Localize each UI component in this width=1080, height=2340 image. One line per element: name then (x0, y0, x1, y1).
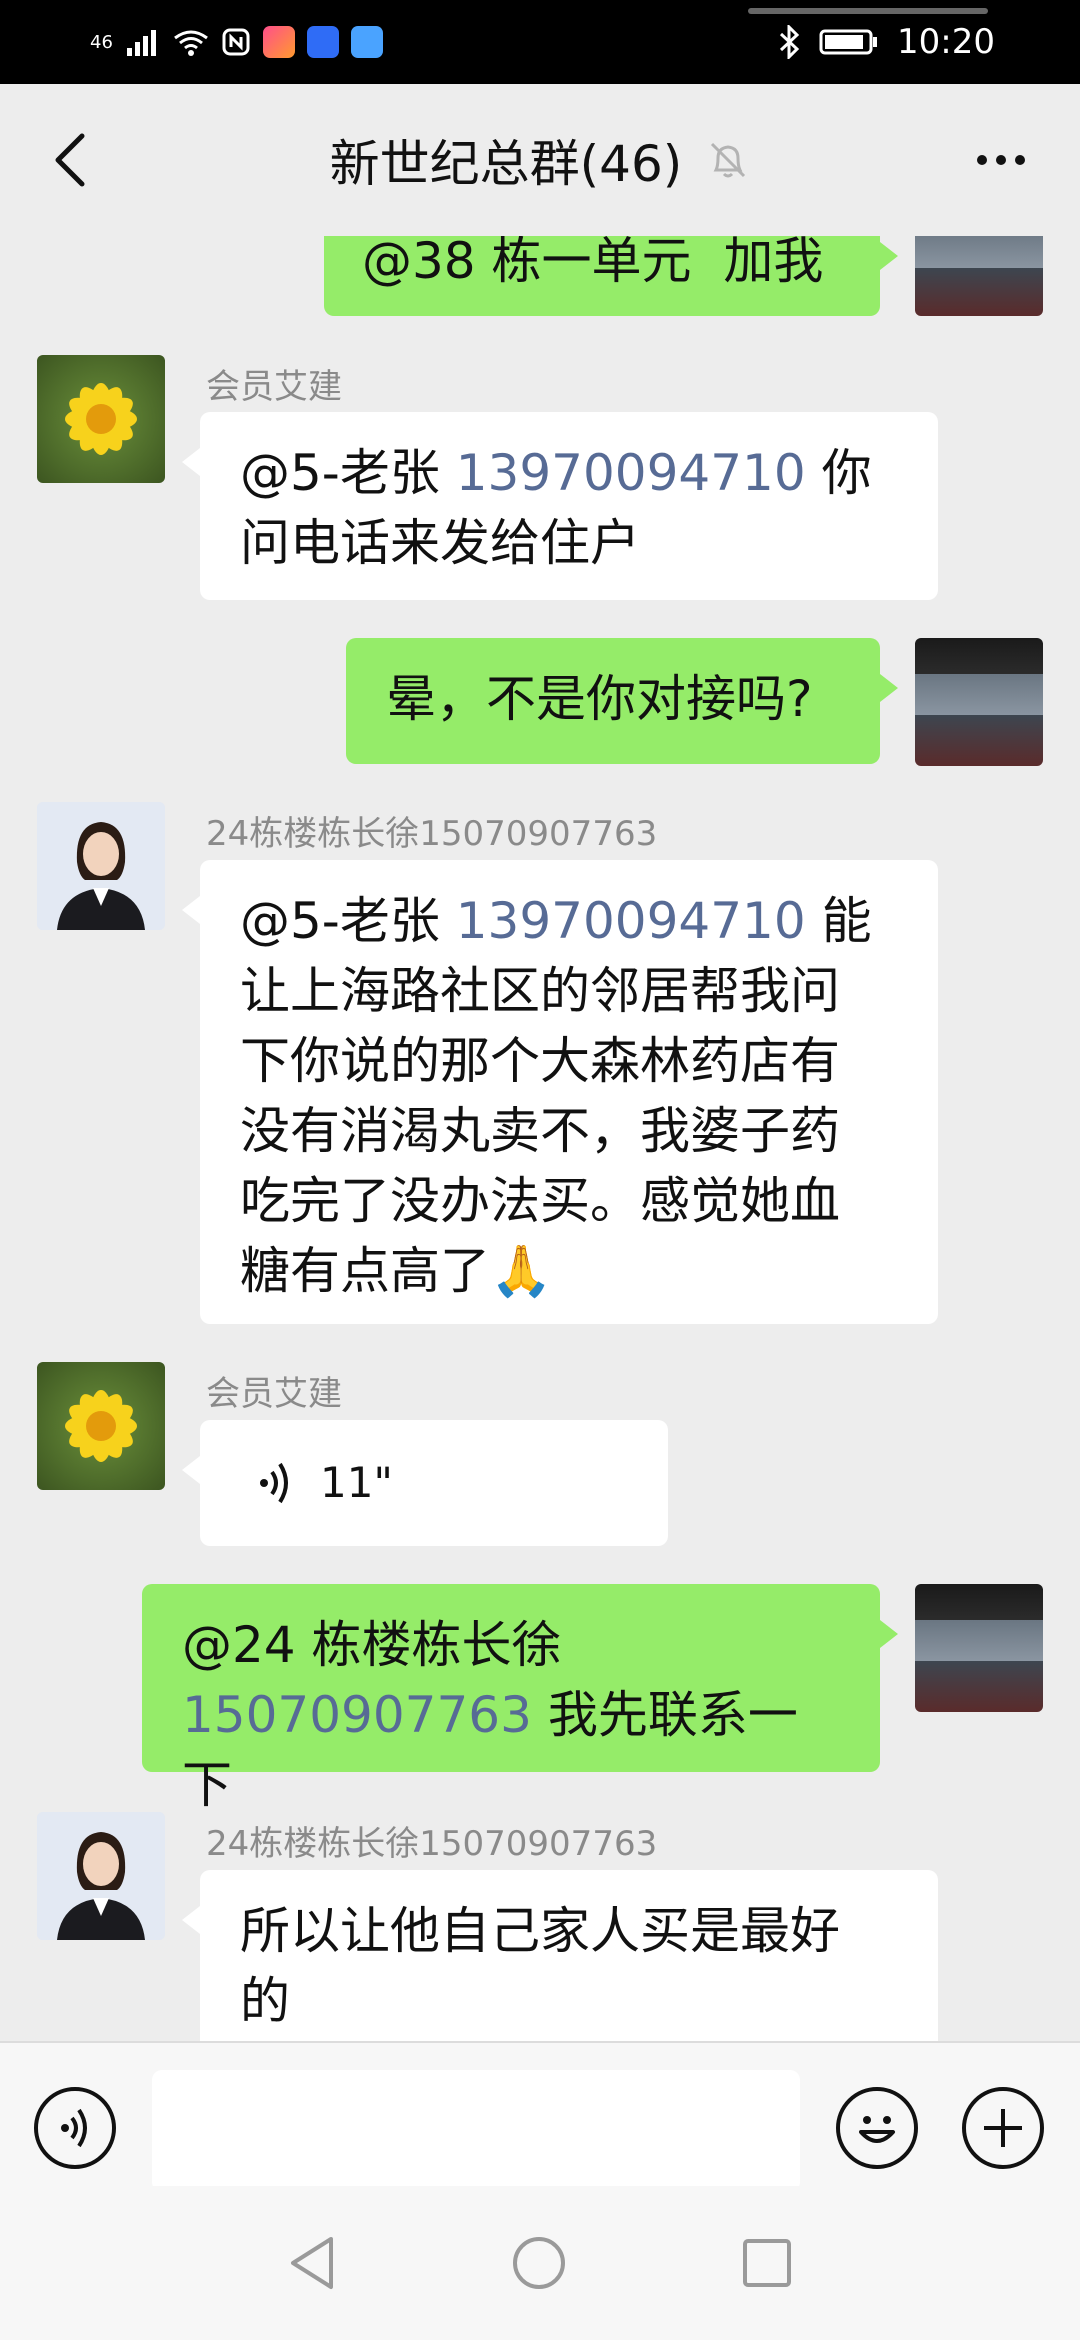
system-nav-bar (0, 2186, 1080, 2340)
status-bar: 46 10:20 (0, 0, 1080, 84)
nfc-icon (222, 28, 250, 56)
message-list[interactable]: @38 栋一单元 加我 会员艾建 @5-老张 13970094710 你 问电话… (0, 236, 1080, 2041)
sender-name: 会员艾建 (206, 1374, 342, 1414)
message-line: 15070907763 我先联系一下 (182, 1680, 840, 1820)
message-line: 没有消渴丸卖不，我婆子药 (240, 1102, 840, 1160)
message-line: 所以让他自己家人买是最好 (240, 1902, 840, 1960)
sender-name: 会员艾建 (206, 367, 342, 407)
message-input[interactable] (152, 2070, 800, 2192)
input-bar (0, 2041, 1080, 2192)
status-left: 46 (90, 26, 383, 58)
smiley-icon (859, 2116, 895, 2143)
my-avatar[interactable] (915, 638, 1043, 766)
bell-muted-icon (711, 142, 746, 178)
my-avatar[interactable] (915, 1584, 1043, 1712)
back-chevron-icon (55, 133, 85, 187)
voice-wave-icon (260, 1462, 288, 1504)
status-pill (748, 8, 988, 14)
message-line: 的 (240, 1972, 290, 2030)
message-line: 问电话来发给住户 (240, 514, 640, 572)
message-line: @5-老张 13970094710 你 (240, 438, 898, 508)
phone-link[interactable]: 13970094710 (456, 444, 806, 502)
message-text: 糖有点高了 (240, 1242, 490, 1300)
message-bubble-incoming[interactable]: @5-老张 13970094710 能 让上海路社区的邻居帮我问 下你说的那个大… (182, 860, 938, 1324)
message-text: 晕，不是你对接吗? (386, 670, 813, 728)
message-line: 吃完了没办法买。感觉她血 (240, 1172, 840, 1230)
sender-name: 24栋楼栋长徐15070907763 (206, 814, 658, 854)
video-app-icon (262, 26, 295, 58)
more-dot (996, 155, 1006, 165)
message-bubble-outgoing[interactable]: @24 栋楼栋长徐 15070907763 我先联系一下 (142, 1584, 898, 1814)
bluetooth-icon (779, 25, 800, 59)
message-text: 你 (805, 444, 872, 502)
woman-avatar-image (37, 802, 165, 930)
sender-avatar[interactable] (37, 1362, 165, 1490)
message-bubble-outgoing[interactable]: @38 栋一单元 加我 (324, 236, 898, 316)
message-line: 下你说的那个大森林药店有 (240, 1032, 840, 1090)
message-text: 能 (805, 892, 872, 950)
emoji: 🙏 (490, 1242, 553, 1300)
battery-icon (819, 29, 878, 55)
signal-icon (126, 30, 156, 56)
more-dot (1015, 155, 1025, 165)
status-right: 10:20 (779, 22, 995, 62)
network-label: 46 (90, 31, 113, 53)
clock: 10:20 (897, 22, 995, 62)
music-app-icon (350, 26, 383, 58)
more-dot (977, 155, 987, 165)
phone-link[interactable]: 13970094710 (456, 892, 806, 950)
message-bubble-incoming[interactable]: 所以让他自己家人买是最好 的 (182, 1870, 938, 2041)
plus-icon (984, 2109, 1022, 2147)
message-text: 加我 (723, 236, 824, 290)
wifi-icon (174, 30, 208, 56)
chat-title: 新世纪总群(46) (329, 135, 683, 193)
chat-header: 新世纪总群(46) (0, 84, 1080, 236)
emoji-button[interactable] (836, 2087, 918, 2169)
sender-name: 24栋楼栋长徐15070907763 (206, 1824, 658, 1864)
sender-avatar[interactable] (37, 355, 165, 483)
back-button[interactable] (40, 130, 100, 190)
woman-avatar-image (37, 1812, 165, 1940)
voice-message-bubble[interactable]: 11" (182, 1420, 668, 1546)
sender-avatar[interactable] (37, 802, 165, 930)
phone-link[interactable]: 15070907763 (182, 1686, 532, 1744)
message-bubble-outgoing[interactable]: 晕，不是你对接吗? (346, 638, 898, 764)
voice-input-button[interactable] (34, 2087, 116, 2169)
flower-avatar-image (65, 383, 137, 455)
flower-avatar-image (65, 1390, 137, 1462)
message-line: 让上海路社区的邻居帮我问 (240, 962, 840, 1020)
baidu-app-icon (306, 26, 339, 58)
more-functions-button[interactable] (962, 2087, 1044, 2169)
nav-back-icon[interactable] (285, 2233, 339, 2293)
voice-icon (61, 2108, 87, 2148)
mention-text: @38 栋一单元 (362, 236, 692, 290)
sender-avatar[interactable] (37, 1812, 165, 1940)
more-button[interactable] (966, 130, 1036, 190)
mention-text: @5-老张 (240, 892, 456, 950)
message-line: @5-老张 13970094710 能 (240, 886, 898, 956)
message-bubble-incoming[interactable]: @5-老张 13970094710 你 问电话来发给住户 (182, 412, 938, 600)
mention-text: @5-老张 (240, 444, 456, 502)
nav-recents-icon[interactable] (739, 2235, 795, 2291)
message-line: @24 栋楼栋长徐 (182, 1616, 562, 1674)
nav-home-icon[interactable] (509, 2233, 569, 2293)
message-line: 糖有点高了🙏 (240, 1236, 898, 1306)
voice-duration: 11" (320, 1458, 393, 1507)
my-avatar[interactable] (915, 236, 1043, 316)
